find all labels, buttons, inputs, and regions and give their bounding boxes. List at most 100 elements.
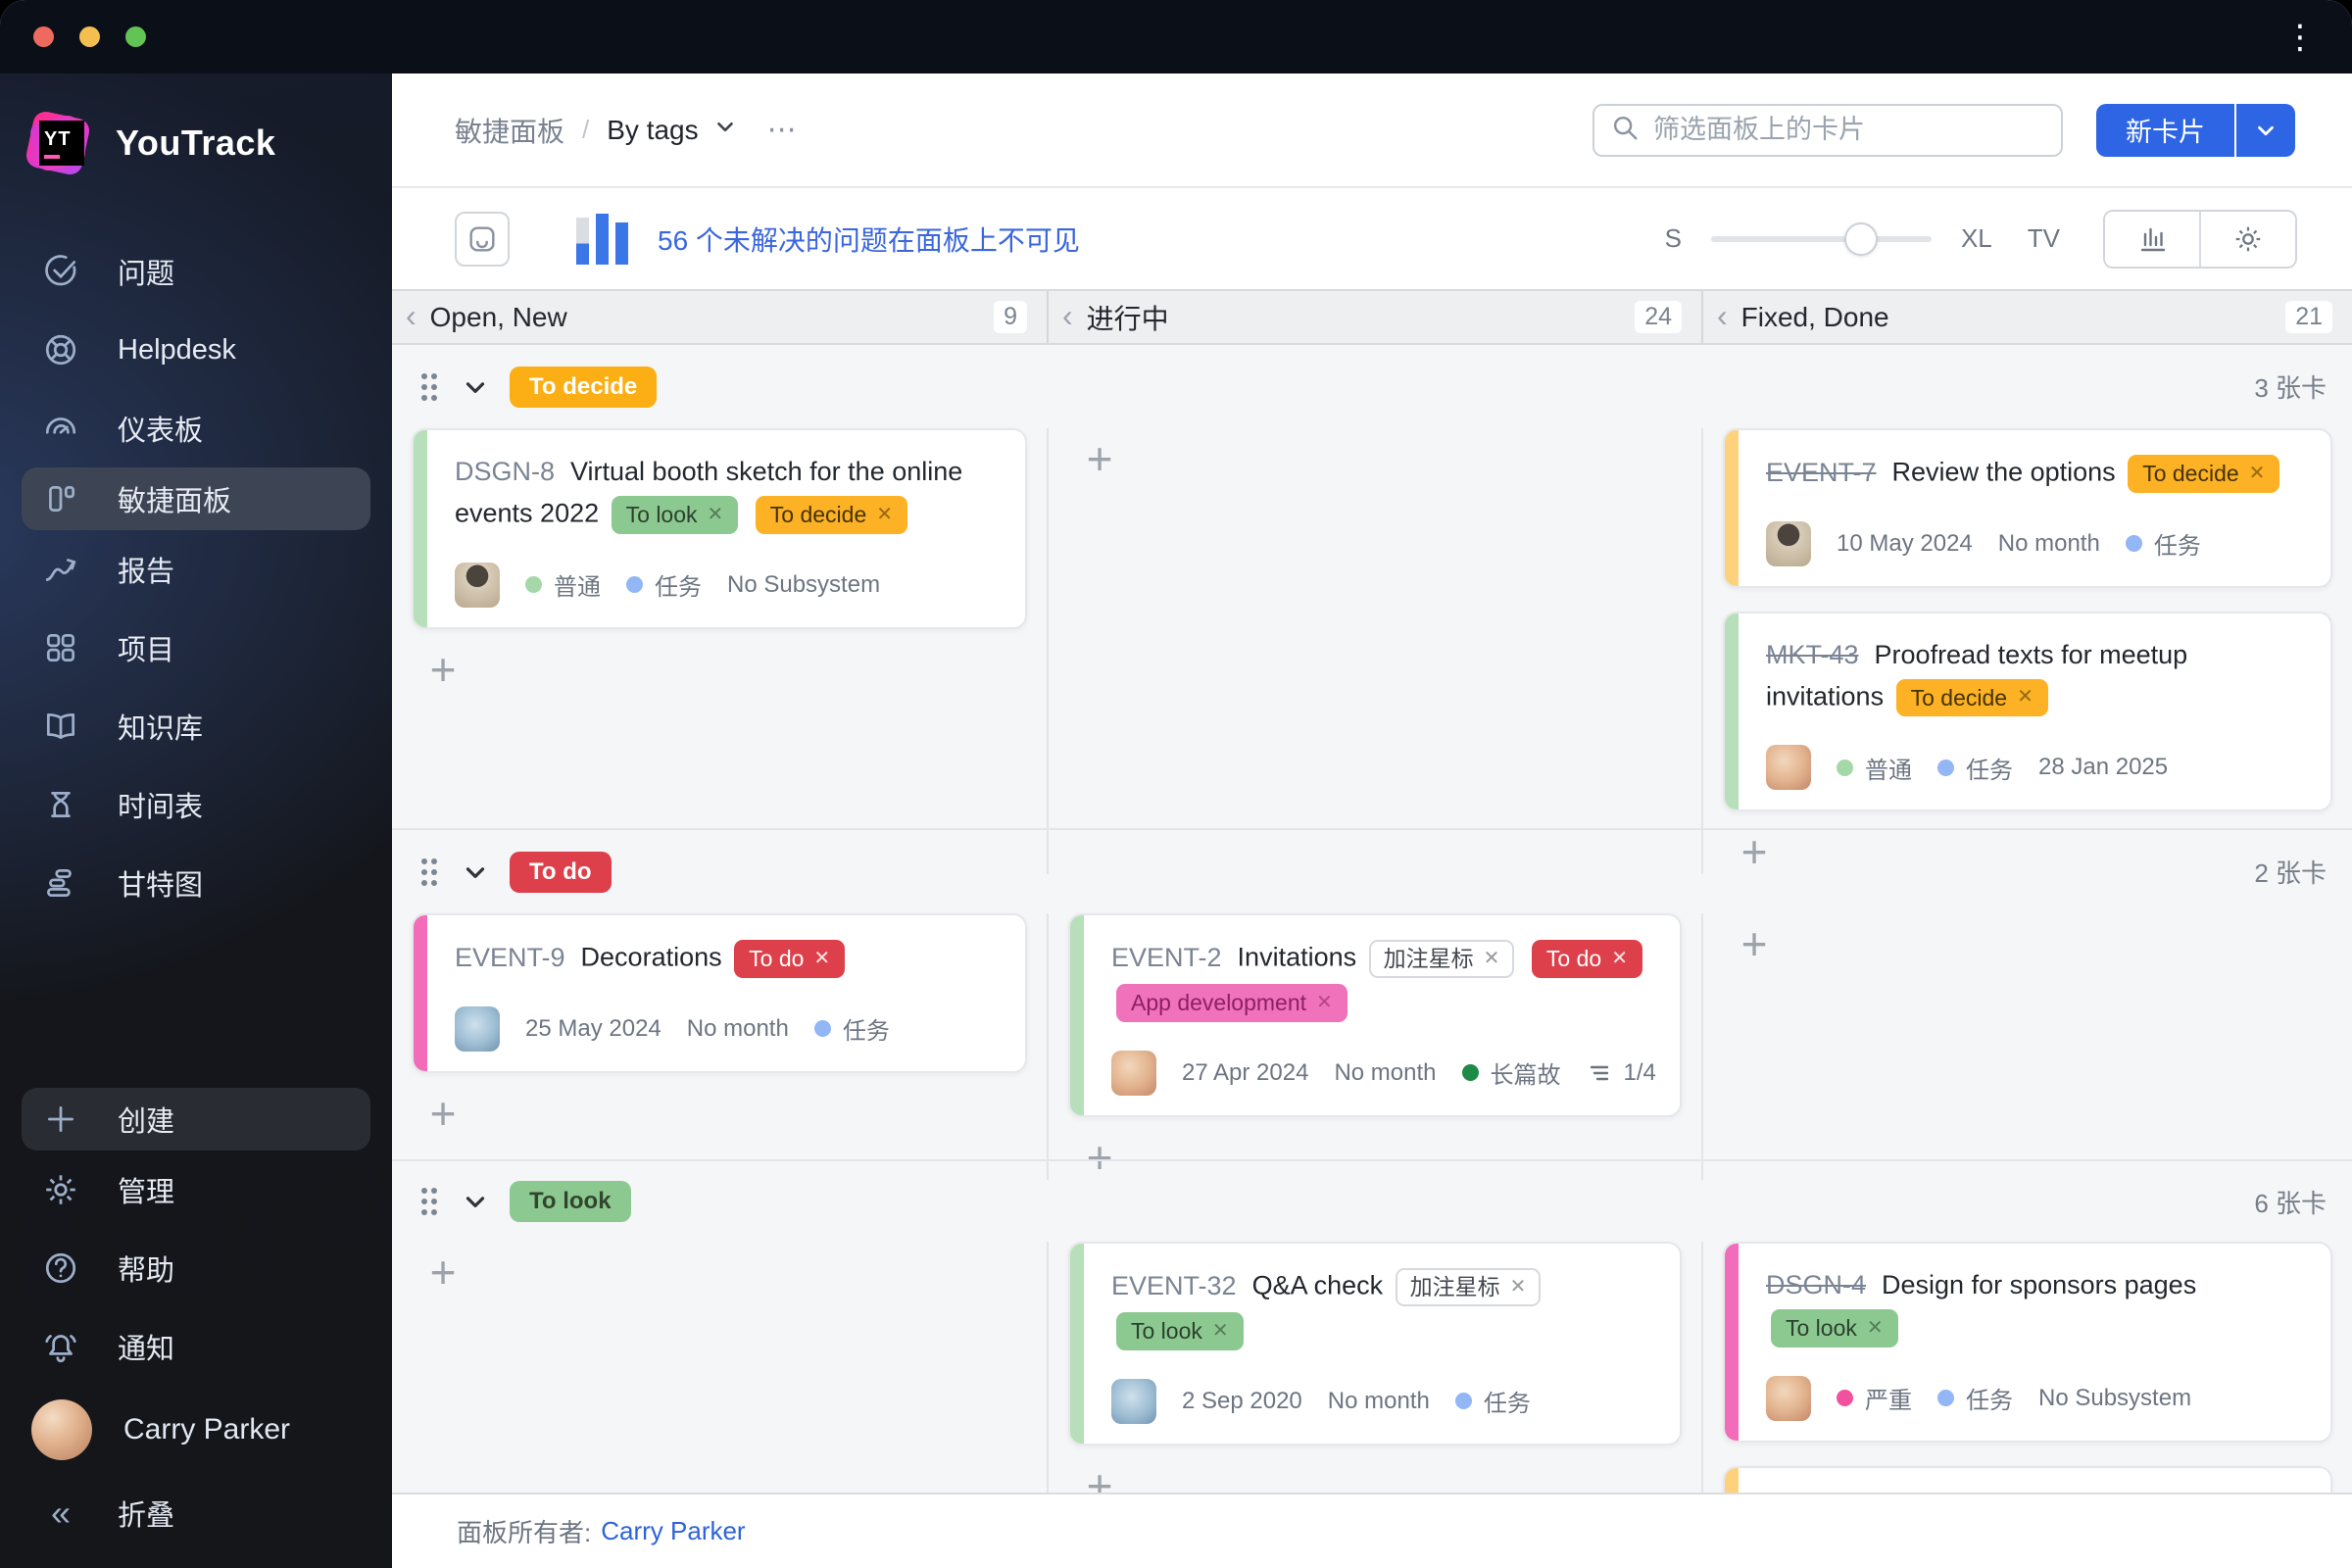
tag-to-decide[interactable]: To decide ✕ <box>755 495 908 534</box>
month-field[interactable]: No month <box>1334 1059 1436 1087</box>
tag-to-do[interactable]: To do ✕ <box>1531 940 1642 978</box>
tag-to-do[interactable]: To do ✕ <box>734 940 846 978</box>
card-dsgn-4[interactable]: DSGN-4 Design for sponsors pages To look ✕… <box>1723 1242 2332 1443</box>
due-date-field[interactable]: 10 May 2024 <box>1837 530 1973 558</box>
sidebar-item-agile-boards[interactable]: 敏捷面板 <box>22 467 370 530</box>
chevron-down-icon[interactable] <box>461 372 490 402</box>
card-event-2[interactable]: EVENT-2 Invitations 加注星标 ✕ To do ✕ App deve… <box>1068 913 1682 1117</box>
board-view-selector[interactable]: By tags <box>607 114 737 146</box>
drag-handle-icon[interactable] <box>417 370 441 404</box>
hidden-issues-link[interactable]: 56 个未解决的问题在面板上不可见 <box>658 220 1080 259</box>
sidebar-item-gantt[interactable]: 甘特图 <box>0 844 392 922</box>
board-more-menu-icon[interactable]: ⋯ <box>767 113 799 147</box>
tv-mode-button[interactable]: TV <box>2028 223 2060 254</box>
swimlane-tag-badge[interactable]: To decide <box>510 366 658 408</box>
column-header-fixed-done[interactable]: ‹ Fixed, Done 21 <box>1701 291 2352 343</box>
minimize-button[interactable] <box>79 26 100 47</box>
due-date-field[interactable]: 2 Sep 2020 <box>1182 1388 1302 1415</box>
type-field[interactable]: 任务 <box>2125 526 2201 561</box>
search-input[interactable] <box>1653 115 2045 145</box>
board-owner-link[interactable]: Carry Parker <box>601 1516 745 1546</box>
type-field[interactable]: 长篇故 <box>1461 1055 1561 1090</box>
remove-tag-icon[interactable]: ✕ <box>2017 685 2034 710</box>
remove-tag-icon[interactable]: ✕ <box>1510 1275 1527 1299</box>
type-field[interactable]: 任务 <box>1454 1384 1531 1418</box>
sidebar-user[interactable]: Carry Parker <box>0 1386 392 1474</box>
collapse-column-icon[interactable]: ‹ <box>1062 300 1073 331</box>
chart-view-button[interactable] <box>2105 211 2199 267</box>
priority-field[interactable]: 严重 <box>1837 1381 1912 1415</box>
add-card-button[interactable]: + <box>1080 436 1119 481</box>
card-event-32[interactable]: EVENT-32 Q&A check 加注星标 ✕ To look ✕ 2 Sep 2… <box>1068 1242 1682 1446</box>
card-size-slider[interactable] <box>1710 221 1932 256</box>
sidebar-item-dashboards[interactable]: 仪表板 <box>0 389 392 467</box>
remove-tag-icon[interactable]: ✕ <box>1316 991 1333 1015</box>
breadcrumb-boards-link[interactable]: 敏捷面板 <box>455 111 564 150</box>
type-field[interactable]: 任务 <box>1937 1381 2013 1415</box>
sidebar-item-projects[interactable]: 项目 <box>0 609 392 687</box>
collapse-column-icon[interactable]: ‹ <box>406 300 416 331</box>
zoom-button[interactable] <box>125 26 146 47</box>
sidebar-item-helpdesk[interactable]: Helpdesk <box>0 311 392 389</box>
remove-tag-icon[interactable]: ✕ <box>708 503 724 527</box>
assignee-avatar[interactable] <box>1766 745 1811 791</box>
add-card-button[interactable]: + <box>1735 921 1774 966</box>
card-dsgn-6[interactable]: DSGN-6Prepare virtual badges design for <box>1723 1465 2332 1493</box>
card-id[interactable]: EVENT-7 <box>1766 458 1877 487</box>
board-settings-button[interactable] <box>2201 211 2295 267</box>
more-menu-icon[interactable]: ⋮ <box>2283 21 2319 54</box>
card-id[interactable]: EVENT-2 <box>1111 943 1222 972</box>
new-card-dropdown-button[interactable] <box>2236 103 2295 157</box>
drag-handle-icon[interactable] <box>417 1185 441 1218</box>
tag-star[interactable]: 加注星标 ✕ <box>1395 1268 1542 1306</box>
tag-app-development[interactable]: App development ✕ <box>1116 983 1348 1022</box>
priority-field[interactable]: 普通 <box>1837 751 1912 785</box>
sidebar-item-notifications[interactable]: 通知 <box>0 1307 392 1386</box>
add-card-button[interactable]: + <box>423 647 463 692</box>
card-dsgn-8[interactable]: DSGN-8 Virtual booth sketch for the onlin… <box>412 428 1027 629</box>
tag-to-look[interactable]: To look ✕ <box>1771 1308 1898 1348</box>
card-mkt-43[interactable]: MKT-43 Proofread texts for meetup invitat… <box>1723 611 2332 812</box>
tag-star[interactable]: 加注星标 ✕ <box>1368 940 1515 978</box>
card-id[interactable]: DSGN-4 <box>1766 1270 1866 1299</box>
due-date-field[interactable]: 25 May 2024 <box>525 1015 662 1043</box>
new-card-button[interactable]: 新卡片 <box>2096 103 2234 157</box>
due-date-field[interactable]: 28 Jan 2025 <box>2038 754 2168 781</box>
tag-to-look[interactable]: To look ✕ <box>1116 1311 1244 1350</box>
assignee-avatar[interactable] <box>1766 1375 1811 1421</box>
subsystem-field[interactable]: No Subsystem <box>2038 1385 2191 1412</box>
remove-tag-icon[interactable]: ✕ <box>876 503 893 527</box>
assignee-avatar[interactable] <box>455 562 500 608</box>
sidebar-item-admin[interactable]: 管理 <box>0 1151 392 1229</box>
assignee-avatar[interactable] <box>1111 1378 1156 1424</box>
chevron-down-icon[interactable] <box>461 858 490 887</box>
close-button[interactable] <box>33 26 54 47</box>
remove-tag-icon[interactable]: ✕ <box>1212 1319 1229 1344</box>
due-date-field[interactable]: 27 Apr 2024 <box>1182 1059 1308 1087</box>
sidebar-item-create[interactable]: 创建 <box>22 1088 370 1151</box>
type-field[interactable]: 任务 <box>1937 751 2013 785</box>
add-card-button[interactable]: + <box>1080 1463 1119 1494</box>
remove-tag-icon[interactable]: ✕ <box>813 947 830 971</box>
chevron-down-icon[interactable] <box>461 1187 490 1216</box>
tag-to-decide[interactable]: To decide ✕ <box>2128 455 2280 493</box>
card-id[interactable]: DSGN-8 <box>455 457 555 486</box>
remove-tag-icon[interactable]: ✕ <box>1484 947 1500 971</box>
card-event-7[interactable]: EVENT-7 Review the options To decide ✕ 10 … <box>1723 428 2332 588</box>
priority-field[interactable]: 普通 <box>525 567 601 602</box>
sidebar-item-help[interactable]: 帮助 <box>0 1229 392 1307</box>
remove-tag-icon[interactable]: ✕ <box>1867 1316 1884 1341</box>
collapse-column-icon[interactable]: ‹ <box>1717 300 1728 331</box>
sidebar-item-timesheets[interactable]: 时间表 <box>0 765 392 844</box>
add-card-button[interactable]: + <box>423 1091 463 1136</box>
column-header-in-progress[interactable]: ‹ 进行中 24 <box>1047 291 1701 343</box>
remove-tag-icon[interactable]: ✕ <box>2249 462 2266 486</box>
sidebar-collapse[interactable]: « 折叠 <box>0 1474 392 1552</box>
month-field[interactable]: No month <box>1998 530 2100 558</box>
backlog-panel-button[interactable] <box>455 211 510 267</box>
type-field[interactable]: 任务 <box>813 1011 890 1046</box>
sidebar-item-reports[interactable]: 报告 <box>0 530 392 609</box>
swimlane-tag-badge[interactable]: To do <box>510 851 612 893</box>
subtasks-field[interactable]: 1/4 <box>1587 1059 1656 1087</box>
slider-thumb[interactable] <box>1843 221 1878 256</box>
